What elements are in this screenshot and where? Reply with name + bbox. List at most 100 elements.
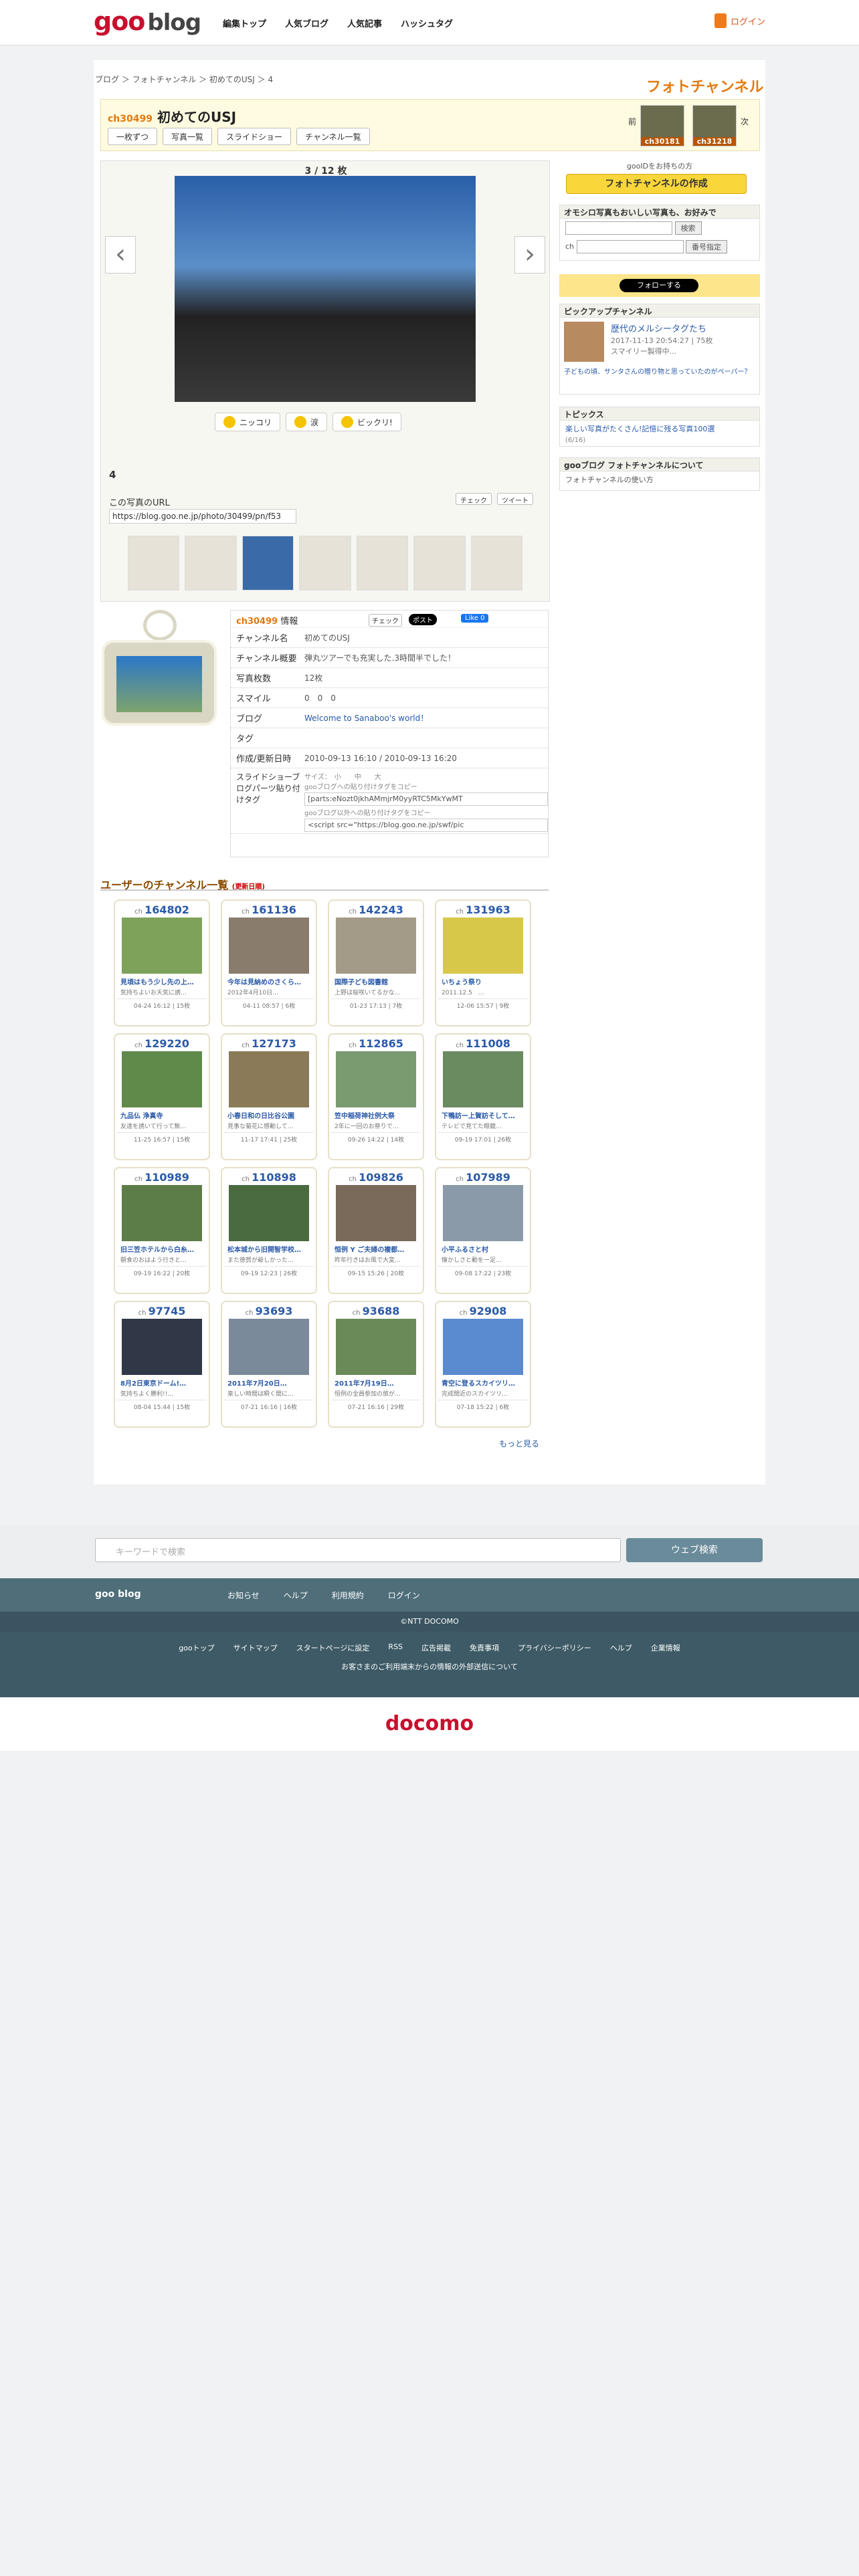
- footer-link[interactable]: 免責事項: [470, 1642, 499, 1653]
- pickup-title[interactable]: 歴代のメルシータグたち: [611, 322, 706, 334]
- channel-thumb[interactable]: [336, 1051, 416, 1107]
- channel-thumb[interactable]: [229, 1185, 309, 1241]
- footer-link[interactable]: お知らせ: [227, 1590, 260, 1601]
- channel-card[interactable]: ch 129220 九品仏 浄真寺 友達を誘いて行って無… 11-25 16:5…: [114, 1033, 210, 1160]
- footer-link[interactable]: ログイン: [388, 1590, 420, 1601]
- nav-hashtag[interactable]: ハッシュタグ: [401, 17, 453, 29]
- search-button[interactable]: 検索: [674, 221, 702, 235]
- goo-tag-field[interactable]: [parts:eNozt0jkhAMmjrM0yyRTC5MkYwMT: [304, 792, 548, 806]
- channel-thumb[interactable]: [122, 1051, 202, 1107]
- channel-thumb[interactable]: [336, 1319, 416, 1375]
- copy-goo-tag[interactable]: gooブログへの貼り付けタグをコピー: [304, 781, 548, 791]
- follow-button[interactable]: フォローする: [619, 279, 698, 292]
- channel-card-title[interactable]: 小春日和の日比谷公園: [225, 1109, 313, 1121]
- thumb[interactable]: [356, 536, 409, 591]
- size-selector[interactable]: サイズ： 小 中 大: [304, 771, 548, 781]
- channel-card[interactable]: ch 107989 小平ふるさと村 懐かしさと動を一足… 09-08 17:22…: [435, 1167, 531, 1294]
- channel-thumb[interactable]: [122, 1319, 202, 1375]
- footer-link[interactable]: 利用規約: [332, 1590, 364, 1601]
- channel-thumb[interactable]: [443, 1319, 523, 1375]
- channel-card[interactable]: ch 111008 下鴨訪ー上賀訪そして… テレビで見てた眼鏡… 09-19 1…: [435, 1033, 531, 1160]
- channel-card[interactable]: ch 93688 2011年7月19日… 恒例の全員参加の旅が… 07-21 1…: [328, 1301, 424, 1428]
- channel-thumb[interactable]: [443, 1185, 523, 1241]
- channel-card[interactable]: ch 131963 いちょう祭り 2011.12.5 … 12-06 15:57…: [435, 899, 531, 1027]
- nav-popular-blog[interactable]: 人気ブログ: [285, 17, 328, 29]
- channel-card-title[interactable]: 恒例 Y ご夫婦の複都…: [332, 1243, 420, 1255]
- channel-thumb[interactable]: [443, 918, 523, 974]
- channel-card[interactable]: ch 127173 小春日和の日比谷公園 見事な菊花に感動して… 11-17 1…: [221, 1033, 317, 1160]
- next-photo-arrow[interactable]: ›: [514, 236, 545, 274]
- copy-other-tag[interactable]: gooブログ以外への貼り付けタグをコピー: [304, 807, 548, 817]
- x-post-button[interactable]: ポスト: [409, 614, 437, 625]
- topics-item[interactable]: 楽しい写真がたくさん!記憶に残る写真100選: [560, 421, 759, 437]
- channel-card[interactable]: ch 161136 今年は見納めのさくら… 2012年4月10日… 04-11 …: [221, 899, 317, 1027]
- pickup-text[interactable]: 子どもの頃、サンタさんの贈り物と思っていたのがペーパー？: [564, 366, 755, 376]
- thumb[interactable]: [470, 536, 522, 591]
- nav-edit-top[interactable]: 編集トップ: [223, 17, 266, 29]
- one-by-one-button[interactable]: 一枚ずつ: [108, 128, 158, 145]
- photo-url-field[interactable]: https://blog.goo.ne.jp/photo/30499/pn/f5…: [109, 509, 296, 524]
- channel-number-input[interactable]: [576, 240, 684, 253]
- goo-blog-logo[interactable]: goo blog: [94, 7, 201, 36]
- thumb[interactable]: [128, 536, 180, 591]
- footer-link[interactable]: 企業情報: [651, 1642, 680, 1653]
- channel-thumb[interactable]: [443, 1051, 523, 1107]
- login-link[interactable]: ログイン: [714, 13, 765, 28]
- react-tear-button[interactable]: 涙: [286, 413, 328, 431]
- footer-link[interactable]: サイトマップ: [233, 1642, 278, 1653]
- channel-thumb[interactable]: [122, 918, 202, 974]
- next-channel-thumb[interactable]: ch31218: [692, 105, 737, 146]
- create-photochannel-button[interactable]: フォトチャンネルの作成: [566, 174, 747, 194]
- footer-link[interactable]: スタートページに設定: [296, 1642, 370, 1653]
- channel-card[interactable]: ch 93693 2011年7月20日… 楽しい時間は瞬く間に… 07-21 1…: [221, 1301, 317, 1428]
- breadcrumb[interactable]: ブログ ＞ フォトチャンネル ＞ 初めてのUSJ ＞ 4: [95, 74, 273, 85]
- footer-link[interactable]: RSS: [388, 1642, 403, 1653]
- channel-card-title[interactable]: 旧三笠ホテルから白糸…: [118, 1243, 206, 1255]
- channel-card[interactable]: ch 112865 笠中稲荷神社例大祭 2年に一回のお祭りで… 09-26 14…: [328, 1033, 424, 1160]
- thumb-current[interactable]: [242, 536, 294, 591]
- channel-card-title[interactable]: 8月2日東京ドーム!…: [118, 1376, 206, 1389]
- channel-card-title[interactable]: 国際子ども図書館: [332, 975, 420, 988]
- channel-card-title[interactable]: 松本城から旧開智学校…: [225, 1243, 313, 1255]
- keyword-search-input[interactable]: キーワードで検索: [95, 1538, 621, 1562]
- channel-card-title[interactable]: 見頃はもう少し先の上…: [118, 975, 206, 988]
- more-link[interactable]: もっと見る: [499, 1438, 539, 1449]
- channel-thumb[interactable]: [122, 1185, 202, 1241]
- channel-thumb[interactable]: [229, 1051, 309, 1107]
- channel-card-title[interactable]: 2011年7月20日…: [225, 1376, 313, 1389]
- channel-card[interactable]: ch 110989 旧三笠ホテルから白糸… 朝食のおはよう行きと… 09-19 …: [114, 1167, 210, 1294]
- channel-card[interactable]: ch 109826 恒例 Y ご夫婦の複都… 昨年行きはお風で大変… 09-15…: [328, 1167, 424, 1294]
- channel-card-title[interactable]: 下鴨訪ー上賀訪そして…: [439, 1109, 527, 1121]
- check-button[interactable]: チェック: [456, 493, 492, 505]
- thumb[interactable]: [299, 536, 351, 591]
- channel-card-title[interactable]: いちょう祭り: [439, 975, 527, 988]
- pickup-thumb[interactable]: [564, 322, 604, 362]
- channel-card-title[interactable]: 青空に登るスカイツリ…: [439, 1376, 527, 1389]
- channel-card[interactable]: ch 142243 国際子ども図書館 上野は桜咲いてるかな… 01-23 17:…: [328, 899, 424, 1027]
- about-item[interactable]: フォトチャンネルの使い方: [560, 471, 759, 488]
- photochannel-logo[interactable]: フォトチャンネル: [646, 75, 763, 96]
- prev-photo-arrow[interactable]: ‹: [105, 236, 136, 274]
- thumb[interactable]: [413, 536, 466, 591]
- thumb[interactable]: [185, 536, 237, 591]
- like-button[interactable]: Like 0: [461, 614, 489, 623]
- channel-card[interactable]: ch 92908 青空に登るスカイツリ… 完成間近のスカイツリ… 07-18 1…: [435, 1301, 531, 1428]
- channel-thumb[interactable]: [336, 1185, 416, 1241]
- channel-card-title[interactable]: 今年は見納めのさくら…: [225, 975, 313, 988]
- slideshow-button[interactable]: スライドショー: [217, 128, 292, 145]
- footer-link[interactable]: gooトップ: [179, 1642, 214, 1653]
- photo-search-input[interactable]: [565, 221, 672, 235]
- channel-thumb[interactable]: [229, 918, 309, 974]
- blog-link[interactable]: Welcome to Sanaboo's world！: [304, 712, 548, 724]
- channel-card-title[interactable]: 九品仏 浄真寺: [118, 1109, 206, 1121]
- footer-link[interactable]: 広告掲載: [421, 1642, 451, 1653]
- footer-link[interactable]: ヘルプ: [610, 1642, 632, 1653]
- react-surprise-button[interactable]: ビックリ!: [332, 413, 401, 431]
- footer-link[interactable]: プライバシーポリシー: [518, 1642, 591, 1653]
- channel-card-title[interactable]: 2011年7月19日…: [332, 1376, 420, 1389]
- external-transmission-notice[interactable]: お客さまのご利用端末からの情報の外部送信について: [0, 1661, 859, 1672]
- web-search-button[interactable]: ウェブ検索: [626, 1538, 763, 1562]
- photo-list-button[interactable]: 写真一覧: [163, 128, 213, 145]
- main-photo[interactable]: [175, 176, 476, 402]
- channel-card[interactable]: ch 110898 松本城から旧開智学校… また徳賀が爺しかった… 09-19 …: [221, 1167, 317, 1294]
